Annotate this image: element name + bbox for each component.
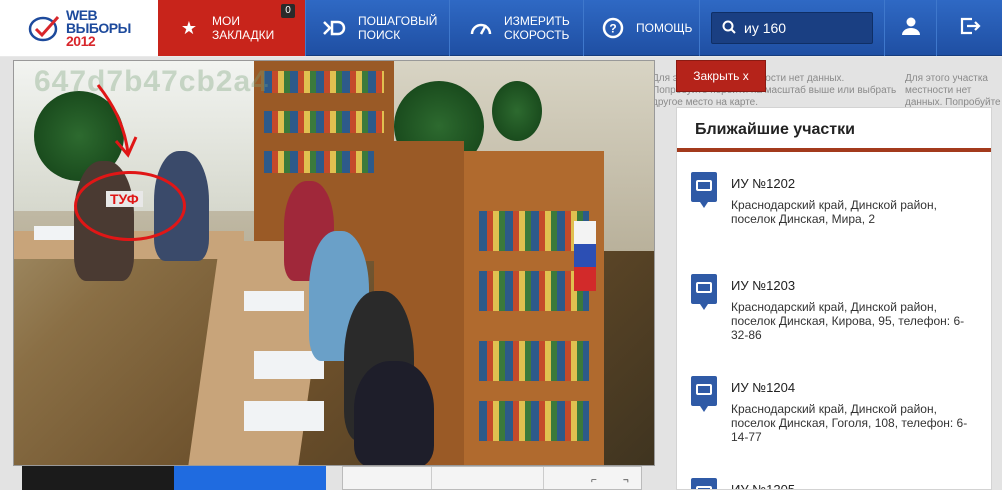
station-title[interactable]: ИУ №1205 xyxy=(731,482,795,489)
ballot-icon xyxy=(691,172,717,208)
video-books xyxy=(479,401,589,441)
question-icon: ? xyxy=(600,15,626,41)
user-profile-button[interactable] xyxy=(884,0,936,56)
video-books xyxy=(264,151,384,173)
map-no-data-note-right: Для этого участка местности нет данных. … xyxy=(905,73,1001,108)
search-box[interactable] xyxy=(711,12,873,44)
logo-text: WEB ВЫБОРЫ 2012 xyxy=(66,8,131,49)
nav-step-search[interactable]: ПОШАГОВЫЙ ПОИСК xyxy=(306,0,450,56)
nav-measure-speed[interactable]: ИЗМЕРИТЬ СКОРОСТЬ xyxy=(450,0,584,56)
speedometer-icon xyxy=(468,15,494,41)
video-plant xyxy=(492,81,542,141)
nearest-stations-panel: Ближайшие участки ИУ №1202 Краснодарский… xyxy=(676,107,992,490)
star-icon: ★ xyxy=(180,18,198,38)
top-navigation-bar: WEB ВЫБОРЫ 2012 ★ МОИ ЗАКЛАДКИ 0 ПОШАГОВ… xyxy=(0,0,1002,56)
site-logo[interactable]: WEB ВЫБОРЫ 2012 xyxy=(0,0,158,56)
video-papers xyxy=(244,291,304,311)
video-books xyxy=(264,111,384,133)
ballot-icon xyxy=(691,376,717,412)
video-control-bar: ⌐¬ xyxy=(342,466,642,490)
video-watermark: 647d7b47cb2a4 xyxy=(34,65,269,98)
station-title[interactable]: ИУ №1204 xyxy=(731,380,795,395)
search-input[interactable] xyxy=(744,20,864,36)
video-books xyxy=(479,271,589,311)
logout-icon xyxy=(959,16,981,41)
ballot-icon xyxy=(691,478,717,489)
logo-check-icon xyxy=(28,13,62,43)
close-video-button[interactable]: Закрыть x xyxy=(676,60,766,92)
video-books xyxy=(479,211,589,251)
logout-button[interactable] xyxy=(936,0,1002,56)
nav-my-bookmarks[interactable]: ★ МОИ ЗАКЛАДКИ 0 xyxy=(158,0,306,56)
video-annotation-label: ТУФ xyxy=(106,191,143,207)
video-flag xyxy=(574,221,596,291)
video-control-blue-tab[interactable] xyxy=(174,466,326,490)
station-address: Краснодарский край, Динской район, посел… xyxy=(731,198,937,226)
search-icon xyxy=(722,20,736,37)
bookmarks-label: МОИ ЗАКЛАДКИ xyxy=(212,14,275,42)
video-books xyxy=(264,71,384,93)
speed-label: ИЗМЕРИТЬ СКОРОСТЬ xyxy=(504,14,570,42)
station-title[interactable]: ИУ №1203 xyxy=(731,278,795,293)
nav-help[interactable]: ? ПОМОЩЬ xyxy=(584,0,700,56)
user-icon xyxy=(901,16,921,41)
step-search-label: ПОШАГОВЫЙ ПОИСК xyxy=(358,14,438,42)
help-label: ПОМОЩЬ xyxy=(636,21,693,35)
video-controls: ⌐¬ xyxy=(22,466,642,490)
ballot-icon xyxy=(691,274,717,310)
step-arrows-icon xyxy=(322,15,348,41)
divider xyxy=(431,467,432,489)
station-address: Краснодарский край, Динской район, посел… xyxy=(731,300,965,342)
station-address: Краснодарский край, Динской район, посел… xyxy=(731,402,968,444)
station-title[interactable]: ИУ №1202 xyxy=(731,176,795,191)
video-person xyxy=(354,361,434,465)
panel-title: Ближайшие участки xyxy=(677,108,991,152)
fullscreen-icon[interactable]: ⌐¬ xyxy=(591,475,655,486)
camera-video-feed[interactable]: 647d7b47cb2a4 ТУФ xyxy=(13,60,655,466)
svg-text:?: ? xyxy=(609,22,616,36)
bookmarks-count-badge: 0 xyxy=(281,4,295,18)
hand-drawn-arrow-icon xyxy=(94,83,144,168)
video-books xyxy=(479,341,589,381)
divider xyxy=(543,467,544,489)
logo-year: 2012 xyxy=(66,32,96,49)
video-papers xyxy=(244,401,324,431)
video-control-dark-tab[interactable] xyxy=(22,466,174,490)
